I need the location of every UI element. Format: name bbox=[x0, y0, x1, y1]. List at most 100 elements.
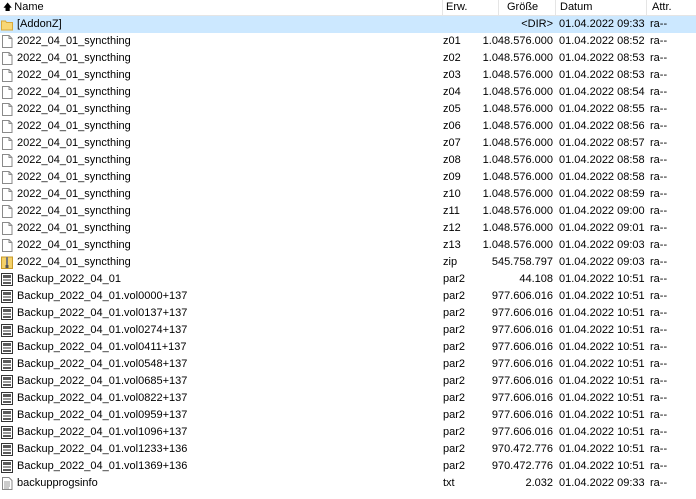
par2-icon bbox=[1, 373, 15, 390]
file-row[interactable]: Backup_2022_04_01.vol0685+137 par2 977.606… bbox=[0, 373, 696, 390]
file-row[interactable]: 2022_04_01_syncthing z10 1.048.576.000 01.0… bbox=[0, 186, 696, 203]
file-attributes: ra-- bbox=[650, 86, 668, 98]
file-icon bbox=[1, 33, 15, 50]
file-name: Backup_2022_04_01.vol0685+137 bbox=[17, 375, 188, 387]
file-icon bbox=[1, 152, 15, 169]
file-date: 01.04.2022 10:51 bbox=[559, 460, 645, 472]
par2-icon bbox=[1, 305, 15, 322]
par2-icon bbox=[1, 271, 15, 288]
column-header-attr[interactable]: Attr. bbox=[647, 0, 696, 15]
file-row[interactable]: 2022_04_01_syncthing zip 545.758.797 01.04.… bbox=[0, 254, 696, 271]
file-row[interactable]: Backup_2022_04_01.vol0822+137 par2 977.606… bbox=[0, 390, 696, 407]
file-name: Backup_2022_04_01.vol0411+137 bbox=[17, 341, 187, 353]
file-row[interactable]: 2022_04_01_syncthing z01 1.048.576.000 01.0… bbox=[0, 33, 696, 50]
column-header-attr-label: Attr. bbox=[652, 1, 672, 13]
file-icon bbox=[1, 135, 15, 152]
file-size: 977.606.016 bbox=[491, 392, 553, 404]
file-name: backupprogsinfo bbox=[17, 477, 98, 489]
file-date: 01.04.2022 08:57 bbox=[559, 137, 645, 149]
par2-icon bbox=[1, 441, 15, 458]
file-row[interactable]: 2022_04_01_syncthing z12 1.048.576.000 01.0… bbox=[0, 220, 696, 237]
file-name: 2022_04_01_syncthing bbox=[17, 171, 131, 183]
file-row[interactable]: 2022_04_01_syncthing z09 1.048.576.000 01.0… bbox=[0, 169, 696, 186]
file-row[interactable]: 2022_04_01_syncthing z02 1.048.576.000 01.0… bbox=[0, 50, 696, 67]
file-date: 01.04.2022 09:01 bbox=[559, 222, 645, 234]
file-row[interactable]: backupprogsinfo txt 2.032 01.04.2022 09:33 r… bbox=[0, 475, 696, 492]
file-row[interactable]: 2022_04_01_syncthing z05 1.048.576.000 01.0… bbox=[0, 101, 696, 118]
file-name: Backup_2022_04_01.vol0274+137 bbox=[17, 324, 188, 336]
file-date: 01.04.2022 08:54 bbox=[559, 86, 645, 98]
column-header-ext[interactable]: Erw. bbox=[443, 0, 499, 15]
file-attributes: ra-- bbox=[650, 239, 668, 251]
file-date: 01.04.2022 08:59 bbox=[559, 188, 645, 200]
file-date: 01.04.2022 10:51 bbox=[559, 426, 645, 438]
file-row[interactable]: 2022_04_01_syncthing z06 1.048.576.000 01.0… bbox=[0, 118, 696, 135]
file-name: Backup_2022_04_01.vol0959+137 bbox=[17, 409, 188, 421]
file-icon bbox=[1, 237, 15, 254]
file-attributes: ra-- bbox=[650, 256, 668, 268]
file-icon bbox=[1, 50, 15, 67]
column-header-date[interactable]: Datum bbox=[556, 0, 647, 15]
file-size: 1.048.576.000 bbox=[482, 120, 553, 132]
file-row[interactable]: Backup_2022_04_01.vol0959+137 par2 977.606… bbox=[0, 407, 696, 424]
file-size: 977.606.016 bbox=[491, 409, 553, 421]
file-row[interactable]: Backup_2022_04_01.vol0411+137 par2 977.606… bbox=[0, 339, 696, 356]
file-row[interactable]: Backup_2022_04_01.vol0274+137 par2 977.606… bbox=[0, 322, 696, 339]
file-date: 01.04.2022 08:56 bbox=[559, 120, 645, 132]
par2-icon bbox=[1, 458, 15, 475]
par2-icon bbox=[1, 322, 15, 339]
file-row[interactable]: Backup_2022_04_01.vol0000+137 par2 977.606… bbox=[0, 288, 696, 305]
file-name: Backup_2022_04_01.vol0137+137 bbox=[17, 307, 188, 319]
file-row[interactable]: Backup_2022_04_01.vol1096+137 par2 977.606… bbox=[0, 424, 696, 441]
file-size: 977.606.016 bbox=[491, 375, 553, 387]
file-name: 2022_04_01_syncthing bbox=[17, 120, 131, 132]
file-attributes: ra-- bbox=[650, 307, 668, 319]
file-row[interactable]: 2022_04_01_syncthing z04 1.048.576.000 01.0… bbox=[0, 84, 696, 101]
file-name: Backup_2022_04_01.vol1096+137 bbox=[17, 426, 188, 438]
file-date: 01.04.2022 08:53 bbox=[559, 69, 645, 81]
column-header-size[interactable]: Größe bbox=[499, 0, 556, 15]
file-name: [AddonZ] bbox=[17, 18, 62, 30]
file-row[interactable]: Backup_2022_04_01.vol1233+136 par2 970.472… bbox=[0, 441, 696, 458]
file-attributes: ra-- bbox=[650, 205, 668, 217]
file-row[interactable]: 2022_04_01_syncthing z11 1.048.576.000 01.0… bbox=[0, 203, 696, 220]
file-size: <DIR> bbox=[521, 18, 553, 30]
file-name: Backup_2022_04_01 bbox=[17, 273, 121, 285]
file-row[interactable]: 2022_04_01_syncthing z13 1.048.576.000 01.0… bbox=[0, 237, 696, 254]
file-date: 01.04.2022 09:00 bbox=[559, 205, 645, 217]
file-date: 01.04.2022 08:53 bbox=[559, 52, 645, 64]
file-date: 01.04.2022 10:51 bbox=[559, 409, 645, 421]
file-row[interactable]: Backup_2022_04_01 par2 44.108 01.04.2022 10… bbox=[0, 271, 696, 288]
file-name: Backup_2022_04_01.vol0548+137 bbox=[17, 358, 188, 370]
file-size: 977.606.016 bbox=[491, 324, 553, 336]
column-header-name[interactable]: 🡅 Name bbox=[0, 0, 443, 15]
file-date: 01.04.2022 09:33 bbox=[559, 477, 645, 489]
file-attributes: ra-- bbox=[650, 443, 668, 455]
file-row[interactable]: 2022_04_01_syncthing z08 1.048.576.000 01.0… bbox=[0, 152, 696, 169]
file-date: 01.04.2022 08:55 bbox=[559, 103, 645, 115]
file-row[interactable]: [AddonZ] <DIR> 01.04.2022 09:33 ra-- bbox=[0, 16, 696, 33]
file-size: 977.606.016 bbox=[491, 290, 553, 302]
file-size: 977.606.016 bbox=[491, 307, 553, 319]
file-row[interactable]: 2022_04_01_syncthing z07 1.048.576.000 01.0… bbox=[0, 135, 696, 152]
file-attributes: ra-- bbox=[650, 290, 668, 302]
file-row[interactable]: Backup_2022_04_01.vol1369+136 par2 970.472… bbox=[0, 458, 696, 475]
par2-icon bbox=[1, 390, 15, 407]
file-attributes: ra-- bbox=[650, 120, 668, 132]
zip-icon bbox=[1, 254, 15, 271]
column-header-size-label: Größe bbox=[507, 1, 539, 13]
file-row[interactable]: Backup_2022_04_01.vol0137+137 par2 977.606… bbox=[0, 305, 696, 322]
file-attributes: ra-- bbox=[650, 358, 668, 370]
file-date: 01.04.2022 08:58 bbox=[559, 171, 645, 183]
file-attributes: ra-- bbox=[650, 273, 668, 285]
par2-icon bbox=[1, 356, 15, 373]
file-row[interactable]: Backup_2022_04_01.vol0548+137 par2 977.606… bbox=[0, 356, 696, 373]
file-icon bbox=[1, 118, 15, 135]
file-size: 970.472.776 bbox=[491, 443, 553, 455]
file-row[interactable]: 2022_04_01_syncthing z03 1.048.576.000 01.0… bbox=[0, 67, 696, 84]
file-attributes: ra-- bbox=[650, 154, 668, 166]
file-size: 1.048.576.000 bbox=[482, 35, 553, 47]
file-name: 2022_04_01_syncthing bbox=[17, 154, 131, 166]
file-name: Backup_2022_04_01.vol1233+136 bbox=[17, 443, 188, 455]
file-date: 01.04.2022 10:51 bbox=[559, 443, 645, 455]
